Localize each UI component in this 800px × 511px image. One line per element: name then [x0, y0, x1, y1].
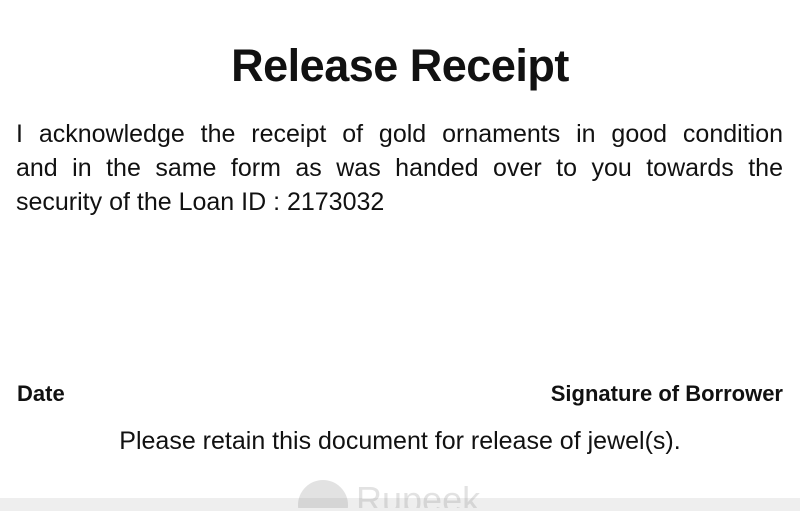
acknowledgement-line-2: and in the same form as was handed over …: [16, 154, 783, 182]
date-label: Date: [17, 381, 65, 406]
acknowledgement-line-1: I acknowledge the receipt of gold orname…: [16, 120, 783, 148]
acknowledgement-text: I acknowledge the receipt of gold orname…: [16, 117, 783, 219]
rupee-logo-icon: [298, 480, 348, 508]
signature-label: Signature of Borrower: [550, 381, 783, 406]
acknowledgement-line-3: security of the Loan ID : 2173032: [16, 188, 385, 216]
brand-watermark: Rupeek: [298, 478, 508, 508]
release-receipt-document: Release Receipt I acknowledge the receip…: [0, 0, 800, 511]
page-title: Release Receipt: [231, 40, 569, 91]
retain-document-note: Please retain this document for release …: [119, 427, 681, 455]
watermark-text: Rupeek: [356, 479, 481, 509]
